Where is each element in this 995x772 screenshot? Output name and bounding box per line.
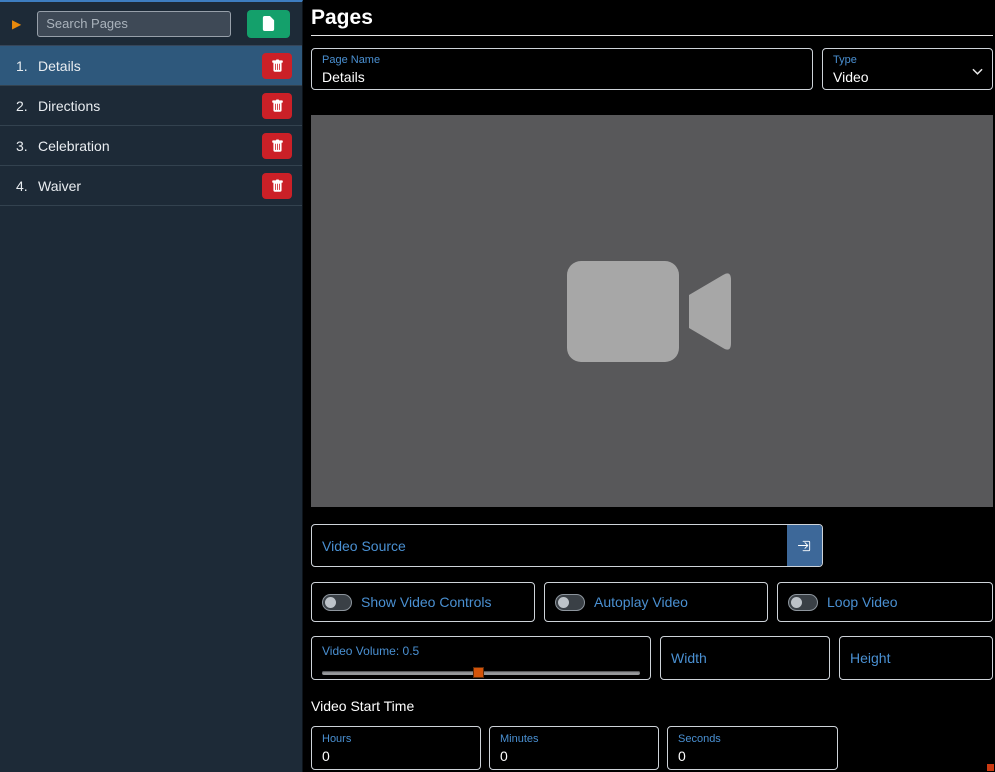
trash-icon bbox=[271, 179, 283, 192]
browse-video-button[interactable] bbox=[787, 525, 822, 566]
show-video-controls-label: Show Video Controls bbox=[361, 594, 492, 610]
video-volume-field: Video Volume: 0.5 bbox=[311, 636, 651, 680]
start-time-row: Hours 0 Minutes 0 Seconds 0 bbox=[311, 726, 993, 770]
seconds-value: 0 bbox=[678, 748, 686, 764]
page-item-label: Details bbox=[38, 57, 81, 74]
sidebar-header: ▶ bbox=[0, 2, 302, 46]
minutes-field[interactable]: Minutes 0 bbox=[489, 726, 659, 770]
video-preview-placeholder bbox=[311, 115, 993, 507]
loop-video-toggle[interactable] bbox=[788, 593, 818, 611]
sidebar: ▶ 1. Details 2. Directions bbox=[0, 0, 303, 772]
delete-page-button[interactable] bbox=[262, 132, 292, 159]
show-video-controls-toggle[interactable] bbox=[322, 593, 352, 611]
hours-value: 0 bbox=[322, 748, 330, 764]
page-item-number: 2. bbox=[16, 97, 28, 114]
minutes-label: Minutes bbox=[500, 733, 539, 745]
toggles-row: Show Video Controls Autoplay Video Loop … bbox=[311, 582, 993, 622]
collapse-arrow-icon[interactable]: ▶ bbox=[12, 17, 21, 31]
volume-slider[interactable] bbox=[322, 667, 640, 678]
scrollbar-corner bbox=[987, 764, 994, 771]
loop-video-label: Loop Video bbox=[827, 594, 898, 610]
minutes-value: 0 bbox=[500, 748, 508, 764]
sidebar-item-details[interactable]: 1. Details bbox=[0, 46, 302, 86]
delete-page-button[interactable] bbox=[262, 92, 292, 119]
new-page-icon bbox=[262, 16, 275, 31]
page-item-label: Directions bbox=[38, 97, 101, 114]
page-list: 1. Details 2. Directions 3. Celebration … bbox=[0, 46, 302, 206]
width-field[interactable]: Width bbox=[660, 636, 830, 680]
toggle-knob bbox=[558, 596, 569, 608]
trash-icon bbox=[271, 59, 283, 72]
video-volume-label: Video Volume: 0.5 bbox=[322, 644, 420, 658]
height-field[interactable]: Height bbox=[839, 636, 993, 680]
toggle-knob bbox=[791, 596, 802, 608]
autoplay-video-box: Autoplay Video bbox=[544, 582, 768, 622]
add-page-button[interactable] bbox=[247, 9, 290, 38]
seconds-label: Seconds bbox=[678, 733, 721, 745]
name-type-row: Page Name Details Type Video bbox=[311, 48, 993, 90]
video-volume-value: 0.5 bbox=[402, 644, 420, 658]
import-icon bbox=[797, 540, 811, 552]
hours-label: Hours bbox=[322, 733, 352, 745]
page-item-number: 1. bbox=[16, 57, 28, 74]
trash-icon bbox=[271, 139, 283, 152]
page-item-number: 4. bbox=[16, 177, 28, 194]
delete-page-button[interactable] bbox=[262, 172, 292, 199]
type-value: Video bbox=[833, 69, 869, 85]
page-name-value: Details bbox=[322, 69, 365, 85]
video-camera-icon bbox=[567, 260, 731, 362]
main-panel: Pages Page Name Details Type Video Video bbox=[303, 0, 995, 772]
sidebar-item-celebration[interactable]: 3. Celebration bbox=[0, 126, 302, 166]
sidebar-item-waiver[interactable]: 4. Waiver bbox=[0, 166, 302, 206]
search-input[interactable] bbox=[37, 10, 232, 37]
volume-slider-handle[interactable] bbox=[472, 667, 484, 678]
type-select[interactable]: Type Video bbox=[822, 48, 993, 90]
trash-icon bbox=[271, 99, 283, 112]
show-video-controls-box: Show Video Controls bbox=[311, 582, 535, 622]
hours-field[interactable]: Hours 0 bbox=[311, 726, 481, 770]
autoplay-video-toggle[interactable] bbox=[555, 593, 585, 611]
width-label: Width bbox=[671, 650, 707, 666]
sidebar-item-directions[interactable]: 2. Directions bbox=[0, 86, 302, 126]
page-item-number: 3. bbox=[16, 137, 28, 154]
toggle-knob bbox=[325, 596, 336, 608]
autoplay-video-label: Autoplay Video bbox=[594, 594, 688, 610]
loop-video-box: Loop Video bbox=[777, 582, 993, 622]
page-item-label: Waiver bbox=[38, 177, 82, 194]
app-window: ▶ 1. Details 2. Directions bbox=[0, 0, 995, 772]
height-label: Height bbox=[850, 650, 891, 666]
page-title: Pages bbox=[311, 6, 373, 29]
video-start-time-heading: Video Start Time bbox=[311, 698, 415, 714]
page-name-field[interactable]: Page Name Details bbox=[311, 48, 813, 90]
volume-size-row: Video Volume: 0.5 Width Height bbox=[311, 636, 993, 680]
chevron-down-icon bbox=[972, 68, 983, 75]
page-title-wrap: Pages bbox=[311, 6, 993, 36]
page-name-label: Page Name bbox=[322, 54, 381, 66]
seconds-field[interactable]: Seconds 0 bbox=[667, 726, 838, 770]
type-label: Type bbox=[833, 54, 857, 66]
video-source-input[interactable]: Video Source bbox=[312, 525, 787, 566]
video-source-field: Video Source bbox=[311, 524, 823, 567]
delete-page-button[interactable] bbox=[262, 52, 292, 79]
page-item-label: Celebration bbox=[38, 137, 110, 154]
